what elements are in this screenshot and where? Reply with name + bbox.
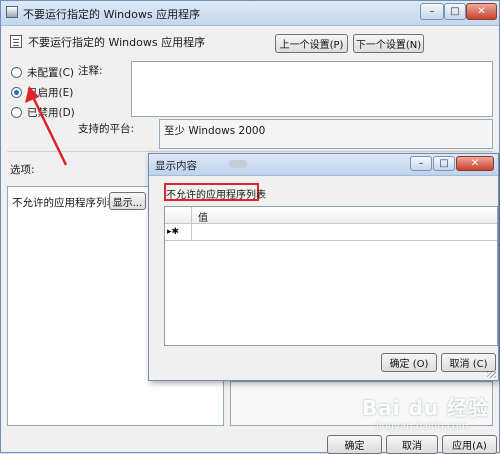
supported-platform-label: 支持的平台:: [78, 123, 135, 135]
dialog-close-button[interactable]: ✕: [456, 156, 494, 171]
dialog-minimize-button[interactable]: –: [410, 156, 432, 171]
dialog-maximize-button[interactable]: □: [433, 156, 455, 171]
show-button[interactable]: 显示...: [109, 192, 146, 210]
policy-icon: [10, 35, 22, 48]
grid-corner: [165, 207, 192, 223]
maximize-button[interactable]: □: [444, 3, 466, 20]
grid-new-row[interactable]: ▸✱: [165, 224, 497, 241]
blurred-title-mark: [229, 160, 247, 168]
window-titlebar[interactable]: 不要运行指定的 Windows 应用程序 – □ ✕: [1, 1, 499, 26]
ok-button[interactable]: 确定: [327, 435, 382, 454]
radio-enabled[interactable]: 已启用(E): [11, 84, 73, 100]
watermark-logo: Bai du 经验: [362, 396, 490, 420]
minimize-button[interactable]: –: [420, 3, 444, 20]
next-setting-button[interactable]: 下一个设置(N): [353, 34, 424, 53]
value-grid[interactable]: 值 ▸✱: [164, 206, 498, 346]
dialog-ok-button[interactable]: 确定 (O): [381, 353, 437, 372]
supported-platform-box: 至少 Windows 2000: [159, 119, 493, 149]
radio-not-configured-label: 未配置(C): [27, 66, 75, 79]
dialog-title: 显示内容: [155, 160, 197, 172]
disallowed-apps-label: 不允许的应用程序列表: [12, 197, 117, 209]
radio-not-configured-circle[interactable]: [11, 66, 22, 78]
row-marker: ▸✱: [165, 224, 192, 240]
radio-disabled[interactable]: 已禁用(D): [11, 104, 75, 120]
apply-button[interactable]: 应用(A): [442, 435, 497, 454]
radio-enabled-circle[interactable]: [11, 86, 22, 98]
watermark: Bai du 经验 jingyan.baidu.com: [362, 392, 489, 432]
options-label: 选项:: [10, 164, 35, 176]
dialog-heading: 不允许的应用程序列表: [166, 190, 266, 201]
close-button[interactable]: ✕: [466, 3, 497, 20]
previous-setting-button[interactable]: 上一个设置(P): [275, 34, 348, 53]
radio-not-configured[interactable]: 未配置(C): [11, 64, 74, 80]
policy-header: 不要运行指定的 Windows 应用程序: [1, 26, 499, 58]
app-icon: [6, 6, 18, 18]
value-cell[interactable]: [193, 224, 497, 240]
supported-platform-value: 至少 Windows 2000: [164, 125, 266, 137]
value-column-header[interactable]: 值: [198, 209, 208, 224]
policy-name: 不要运行指定的 Windows 应用程序: [28, 36, 206, 49]
comment-label: 注释:: [78, 65, 103, 77]
cancel-button[interactable]: 取消: [386, 435, 438, 454]
radio-enabled-label: 已启用(E): [27, 86, 74, 99]
window-title: 不要运行指定的 Windows 应用程序: [23, 8, 201, 21]
radio-disabled-label: 已禁用(D): [27, 106, 75, 119]
watermark-url: jingyan.baidu.com: [376, 421, 469, 432]
dialog-titlebar[interactable]: 显示内容 – □ ✕: [149, 154, 498, 176]
radio-disabled-circle[interactable]: [11, 106, 22, 118]
comment-textarea[interactable]: [131, 61, 493, 117]
dialog-cancel-button[interactable]: 取消 (C): [441, 353, 496, 372]
section-divider: [7, 151, 493, 152]
grid-header: 值: [165, 207, 497, 224]
